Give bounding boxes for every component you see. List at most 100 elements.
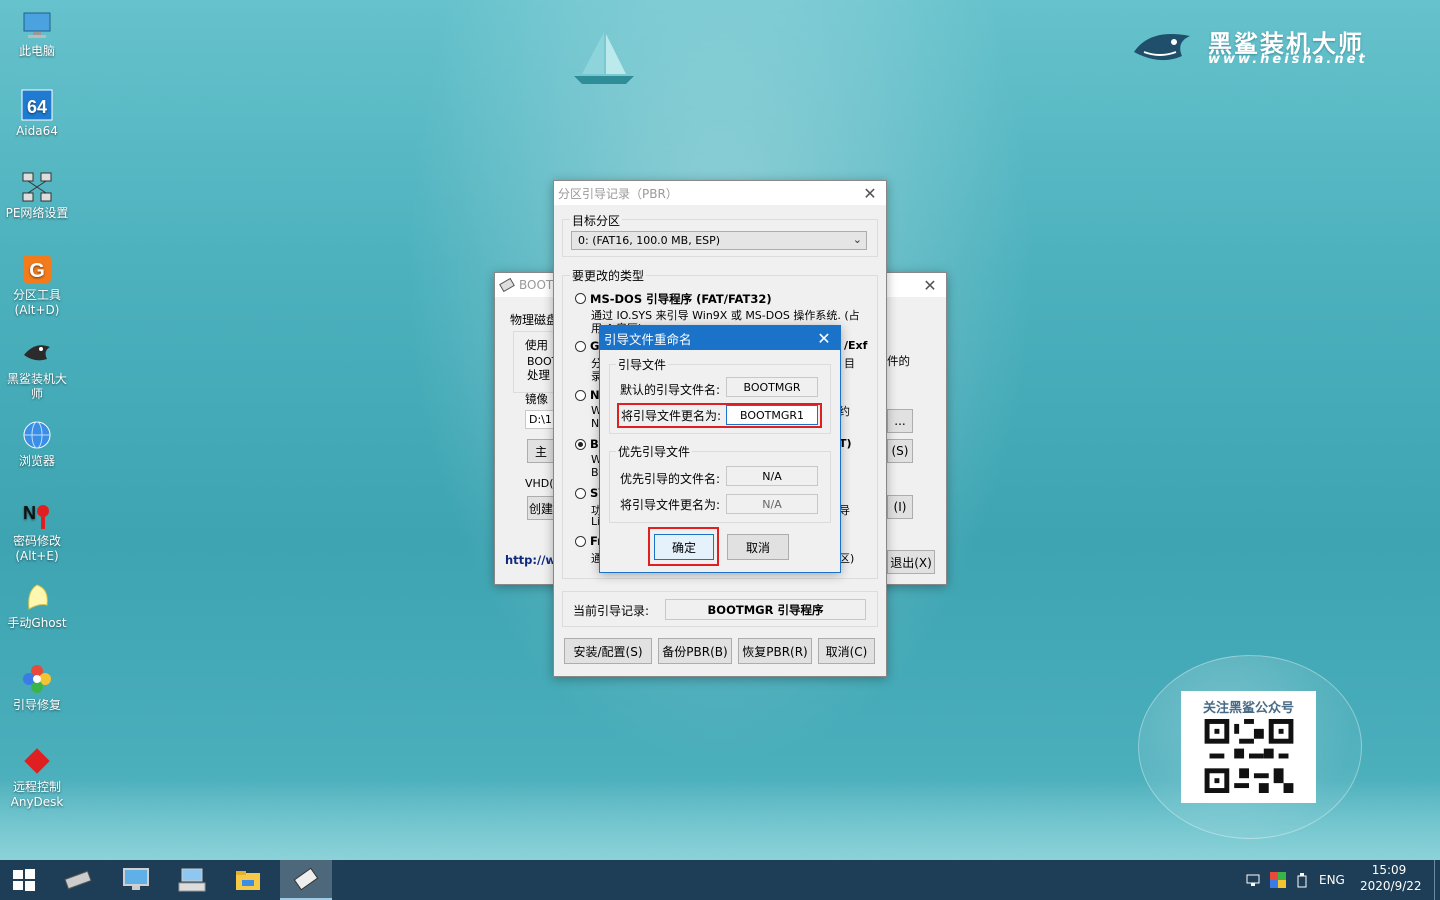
default-boot-file-label: 默认的引导文件名: (620, 383, 721, 397)
bootice-title: BOOT (519, 278, 554, 292)
rename-boot-file-input[interactable]: BOOTMGR1 (726, 405, 818, 425)
desktop-icon-partition[interactable]: G 分区工具 (Alt+D) (4, 252, 70, 318)
radio-bootmgr[interactable] (575, 439, 586, 450)
bootice-browse-button[interactable]: ... (887, 409, 913, 433)
bootice-text: 处理 (527, 368, 550, 382)
taskbar-keyboard-app[interactable] (168, 860, 216, 900)
clock-time: 15:09 (1371, 863, 1407, 877)
folder-icon (236, 871, 260, 890)
taskbar-ssd-app[interactable] (54, 860, 102, 900)
partition-tool-icon: G (20, 252, 54, 286)
option-text: 区) (839, 552, 855, 565)
install-config-button[interactable]: 安装/配置(S) (564, 638, 652, 664)
rename-boot-file-label: 将引导文件更名为: (621, 409, 722, 423)
target-partition-label: 目标分区 (570, 212, 623, 229)
qr-code-image (1204, 719, 1294, 793)
desktop-icon-label: Aida64 (16, 124, 58, 138)
taskbar-desktop-app[interactable] (112, 860, 160, 900)
show-desktop-button[interactable] (1434, 860, 1440, 900)
preferred-rename-input[interactable]: N/A (726, 494, 818, 514)
bootice-icon (293, 867, 319, 891)
desktop-icon-boot-repair[interactable]: 引导修复 (4, 662, 70, 713)
desktop-icon-label: 密码修改 (Alt+E) (12, 534, 61, 563)
language-indicator[interactable]: ENG (1319, 873, 1345, 887)
bootice-exit-button[interactable]: 退出(X) (887, 550, 935, 574)
aida64-icon: 64 (20, 88, 54, 122)
option-text: 目 (844, 357, 855, 370)
bootice-text: 使用 (525, 338, 548, 352)
password-icon: N (20, 498, 54, 532)
preferred-boot-file-value: N/A (726, 466, 818, 486)
desktop-icon-aida64[interactable]: 64 Aida64 (4, 88, 70, 139)
radio-syslinux[interactable] (575, 488, 586, 499)
bootice-link[interactable]: http://w (505, 553, 556, 567)
option-text: /Exf (844, 339, 868, 352)
pbr-close-icon[interactable]: ✕ (854, 181, 886, 205)
desktop-icon-label: 引导修复 (12, 698, 61, 712)
disk-icon (64, 870, 92, 890)
rename-dialog-title: 引导文件重命名 (604, 331, 692, 347)
default-boot-file-value: BOOTMGR (726, 377, 818, 397)
bootice-app-icon (499, 277, 515, 293)
pbr-titlebar: 分区引导记录（PBR） ✕ (554, 181, 886, 205)
bootice-s-button[interactable]: (S) (887, 439, 913, 463)
desktop-icon-heisha[interactable]: 黑鲨装机大师 (4, 336, 70, 402)
preferred-boot-file-label: 优先引导的文件名: (620, 472, 721, 486)
current-record-value: BOOTMGR 引导程序 (665, 599, 866, 620)
radio-freedos[interactable] (575, 536, 586, 547)
desktop-icon-password[interactable]: N 密码修改 (Alt+E) (4, 498, 70, 564)
backup-pbr-button[interactable]: 备份PBR(B) (658, 638, 732, 664)
bootice-text: 件的 (887, 354, 910, 368)
bootice-create-button[interactable]: 创建 (527, 496, 555, 520)
desktop-icon-this-pc[interactable]: 此电脑 (4, 8, 70, 59)
ok-button[interactable]: 确定 (654, 534, 714, 560)
taskbar-explorer[interactable] (224, 860, 272, 900)
desktop-icon-label: 远程控制 AnyDesk (10, 780, 64, 809)
desktop-icon-label: 浏览器 (18, 454, 55, 468)
bootice-main-button[interactable]: 主 (527, 439, 555, 463)
desktop-icon-label: 手动Ghost (7, 616, 67, 630)
rename-dialog-titlebar: 引导文件重命名 ✕ (600, 326, 840, 350)
desktop-icon-ghost[interactable]: 手动Ghost (4, 580, 70, 631)
svg-text:N: N (23, 503, 36, 523)
svg-text:G: G (29, 260, 45, 282)
svg-text:64: 64 (27, 97, 47, 117)
radio-msdos[interactable] (575, 293, 586, 304)
rename-dialog-close-icon[interactable]: ✕ (808, 326, 840, 350)
restore-pbr-button[interactable]: 恢复PBR(R) (738, 638, 812, 664)
boot-file-group-label: 引导文件 (616, 356, 669, 373)
change-type-label: 要更改的类型 (570, 267, 647, 284)
bootice-i-button[interactable]: (I) (887, 495, 913, 519)
shark-logo-icon (1134, 34, 1190, 61)
pbr-title: 分区引导记录（PBR） (558, 186, 678, 201)
tab-physical-disk[interactable]: 物理磁盘 (510, 311, 558, 328)
desktop-icon-pe-network[interactable]: PE网络设置 (4, 170, 70, 221)
browser-icon (20, 418, 54, 452)
target-partition-value: 0: (FAT16, 100.0 MB, ESP) (578, 234, 721, 247)
target-partition-select[interactable]: 0: (FAT16, 100.0 MB, ESP) ⌄ (571, 231, 867, 250)
desktop-icon-anydesk[interactable]: 远程控制 AnyDesk (4, 744, 70, 810)
pbr-cancel-button[interactable]: 取消(C) (818, 638, 875, 664)
usb-tray-icon[interactable] (1296, 872, 1308, 888)
clock[interactable]: 15:09 2020/9/22 (1360, 863, 1422, 893)
color-tray-icon[interactable] (1270, 872, 1286, 888)
desktop-icon-browser[interactable]: 浏览器 (4, 418, 70, 469)
ghost-icon (20, 580, 54, 614)
taskbar-bootice[interactable] (280, 860, 332, 900)
cancel-button[interactable]: 取消 (727, 534, 789, 560)
desktop-icon-label: PE网络设置 (5, 206, 69, 220)
desktop-icon-label: 此电脑 (18, 44, 55, 58)
current-record-label: 当前引导记录: (573, 604, 650, 618)
monitor-icon (123, 868, 149, 890)
shark-icon (20, 336, 54, 370)
radio-grub[interactable] (575, 341, 586, 352)
start-button[interactable] (0, 860, 48, 900)
preferred-rename-label: 将引导文件更名为: (620, 498, 721, 512)
bootice-close-icon[interactable]: ✕ (914, 273, 946, 297)
radio-nt[interactable] (575, 390, 586, 401)
anydesk-icon (20, 744, 54, 778)
bootice-image-path-field[interactable]: D:\1 (525, 410, 555, 429)
clock-date: 2020/9/22 (1360, 879, 1422, 893)
network-tray-icon[interactable] (1246, 873, 1262, 887)
qr-title: 关注黑鲨公众号 (1202, 701, 1294, 716)
